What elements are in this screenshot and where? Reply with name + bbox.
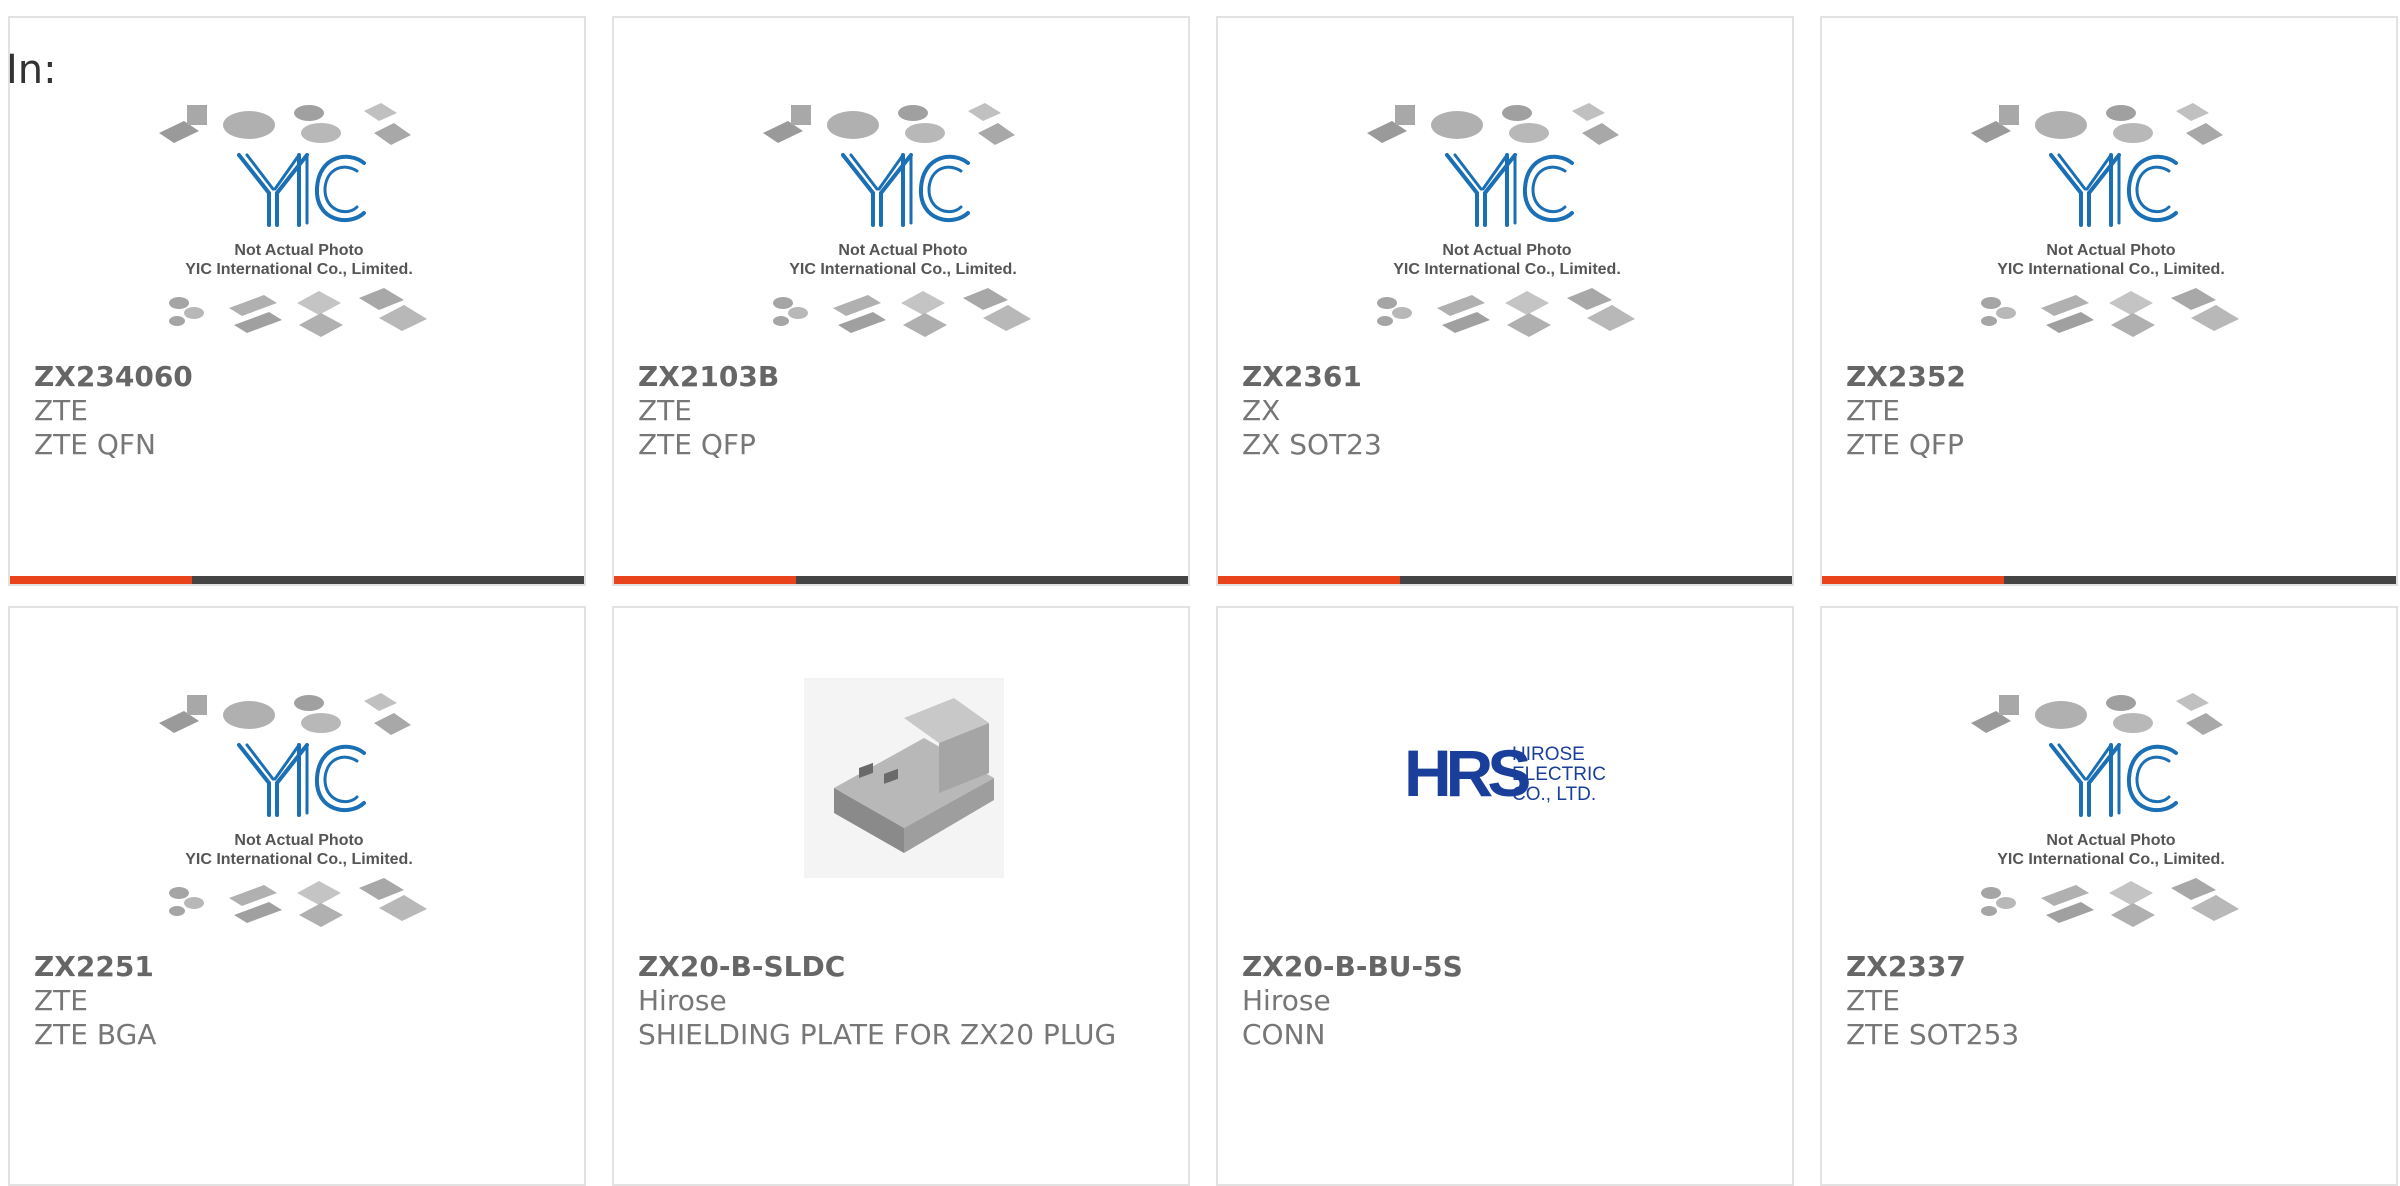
placeholder-caption: YIC International Co., Limited. — [185, 851, 413, 868]
yic-placeholder-icon: Not Actual Photo YIC International Co., … — [159, 103, 427, 337]
description: ZX SOT23 — [1242, 428, 1382, 461]
hirose-line3: CO., LTD. — [1512, 784, 1596, 805]
product-image[interactable]: Not Actual Photo YIC International Co., … — [614, 18, 1188, 358]
placeholder-caption: YIC International Co., Limited. — [789, 261, 1017, 278]
card-bottom-bar — [10, 576, 584, 584]
manufacturer: ZTE — [1846, 394, 1900, 427]
manufacturer: ZX — [1242, 394, 1281, 427]
hirose-line1: HIROSE — [1512, 744, 1585, 765]
placeholder-caption: Not Actual Photo — [234, 242, 363, 259]
part-number[interactable]: ZX2361 — [1242, 360, 1768, 394]
manufacturer: ZTE — [638, 394, 692, 427]
product-info: ZX2361 ZX ZX SOT23 — [1242, 360, 1768, 462]
placeholder-caption: Not Actual Photo — [1442, 242, 1571, 259]
product-image[interactable]: HRS HIROSE ELECTRIC CO., LTD. — [1218, 608, 1792, 948]
card-bottom-bar — [614, 576, 1188, 584]
product-card[interactable]: Not Actual Photo YIC International Co., … — [1216, 16, 1794, 586]
product-card[interactable]: Not Actual Photo YIC International Co., … — [8, 16, 586, 586]
product-image[interactable]: Not Actual Photo YIC International Co., … — [10, 18, 584, 358]
product-card[interactable]: ZX20-B-SLDC Hirose SHIELDING PLATE FOR ZX2… — [612, 606, 1190, 1186]
part-number[interactable]: ZX2337 — [1846, 950, 2372, 984]
description: CONN — [1242, 1018, 1326, 1051]
hirose-line2: ELECTRIC — [1512, 764, 1606, 785]
card-accent-bar — [1822, 576, 2004, 584]
product-info: ZX20-B-BU-5S Hirose CONN — [1242, 950, 1768, 1052]
shielding-plate-photo — [804, 678, 1004, 878]
product-info: ZX234060 ZTE ZTE QFN — [34, 360, 560, 462]
placeholder-caption: YIC International Co., Limited. — [1997, 261, 2225, 278]
card-bottom-bar — [1822, 576, 2396, 584]
filter-label: In: — [6, 47, 57, 93]
product-image[interactable]: Not Actual Photo YIC International Co., … — [10, 608, 584, 948]
description: ZTE QFP — [638, 428, 756, 461]
description: ZTE QFP — [1846, 428, 1964, 461]
manufacturer: ZTE — [34, 984, 88, 1017]
hirose-logo: HRSHIROSEELECTRICCO., LTD. — [1404, 738, 1606, 808]
yic-placeholder-icon: Not Actual Photo YIC International Co., … — [1971, 103, 2239, 337]
part-number[interactable]: ZX20-B-SLDC — [638, 950, 1164, 984]
card-accent-bar — [1218, 576, 1400, 584]
card-bottom-bar — [1218, 576, 1792, 584]
part-number[interactable]: ZX2251 — [34, 950, 560, 984]
product-image[interactable]: Not Actual Photo YIC International Co., … — [1822, 18, 2396, 358]
product-info: ZX2337 ZTE ZTE SOT253 — [1846, 950, 2372, 1052]
product-info: ZX2251 ZTE ZTE BGA — [34, 950, 560, 1052]
manufacturer: Hirose — [1242, 984, 1331, 1017]
product-image[interactable]: Not Actual Photo YIC International Co., … — [1218, 18, 1792, 358]
yic-placeholder-icon: Not Actual Photo YIC International Co., … — [1367, 103, 1635, 337]
description: ZTE QFN — [34, 428, 156, 461]
placeholder-caption: Not Actual Photo — [838, 242, 967, 259]
product-card[interactable]: HRS HIROSE ELECTRIC CO., LTD. ZX20-B-BU-5S Hi… — [1216, 606, 1794, 1186]
product-info: ZX2103B ZTE ZTE QFP — [638, 360, 1164, 462]
part-number[interactable]: ZX2103B — [638, 360, 1164, 394]
product-image[interactable] — [614, 608, 1188, 948]
card-accent-bar — [10, 576, 192, 584]
part-number[interactable]: ZX2352 — [1846, 360, 2372, 394]
yic-placeholder-icon: Not Actual Photo YIC International Co., … — [1971, 693, 2239, 927]
product-card[interactable]: Not Actual Photo YIC International Co., … — [612, 16, 1190, 586]
placeholder-caption: Not Actual Photo — [2046, 242, 2175, 259]
product-card[interactable]: Not Actual Photo YIC International Co., … — [1820, 606, 2398, 1186]
product-image[interactable]: Not Actual Photo YIC International Co., … — [1822, 608, 2396, 948]
placeholder-caption: Not Actual Photo — [2046, 832, 2175, 849]
card-accent-bar — [614, 576, 796, 584]
yic-placeholder-icon: Not Actual Photo YIC International Co., … — [763, 103, 1031, 337]
part-number[interactable]: ZX20-B-BU-5S — [1242, 950, 1768, 984]
placeholder-caption: Not Actual Photo — [234, 832, 363, 849]
manufacturer: ZTE — [34, 394, 88, 427]
placeholder-caption: YIC International Co., Limited. — [1393, 261, 1621, 278]
product-info: ZX2352 ZTE ZTE QFP — [1846, 360, 2372, 462]
hirose-mark: HRS — [1404, 738, 1529, 808]
description: ZTE SOT253 — [1846, 1018, 2020, 1051]
product-card[interactable]: Not Actual Photo YIC International Co., … — [8, 606, 586, 1186]
part-number[interactable]: ZX234060 — [34, 360, 560, 394]
yic-placeholder-icon: Not Actual Photo YIC International Co., … — [159, 693, 427, 927]
description: ZTE BGA — [34, 1018, 157, 1051]
placeholder-caption: YIC International Co., Limited. — [1997, 851, 2225, 868]
placeholder-caption: YIC International Co., Limited. — [185, 261, 413, 278]
manufacturer: Hirose — [638, 984, 727, 1017]
description: SHIELDING PLATE FOR ZX20 PLUG — [638, 1018, 1117, 1051]
product-info: ZX20-B-SLDC Hirose SHIELDING PLATE FOR ZX2… — [638, 950, 1164, 1052]
manufacturer: ZTE — [1846, 984, 1900, 1017]
product-card[interactable]: Not Actual Photo YIC International Co., … — [1820, 16, 2398, 586]
